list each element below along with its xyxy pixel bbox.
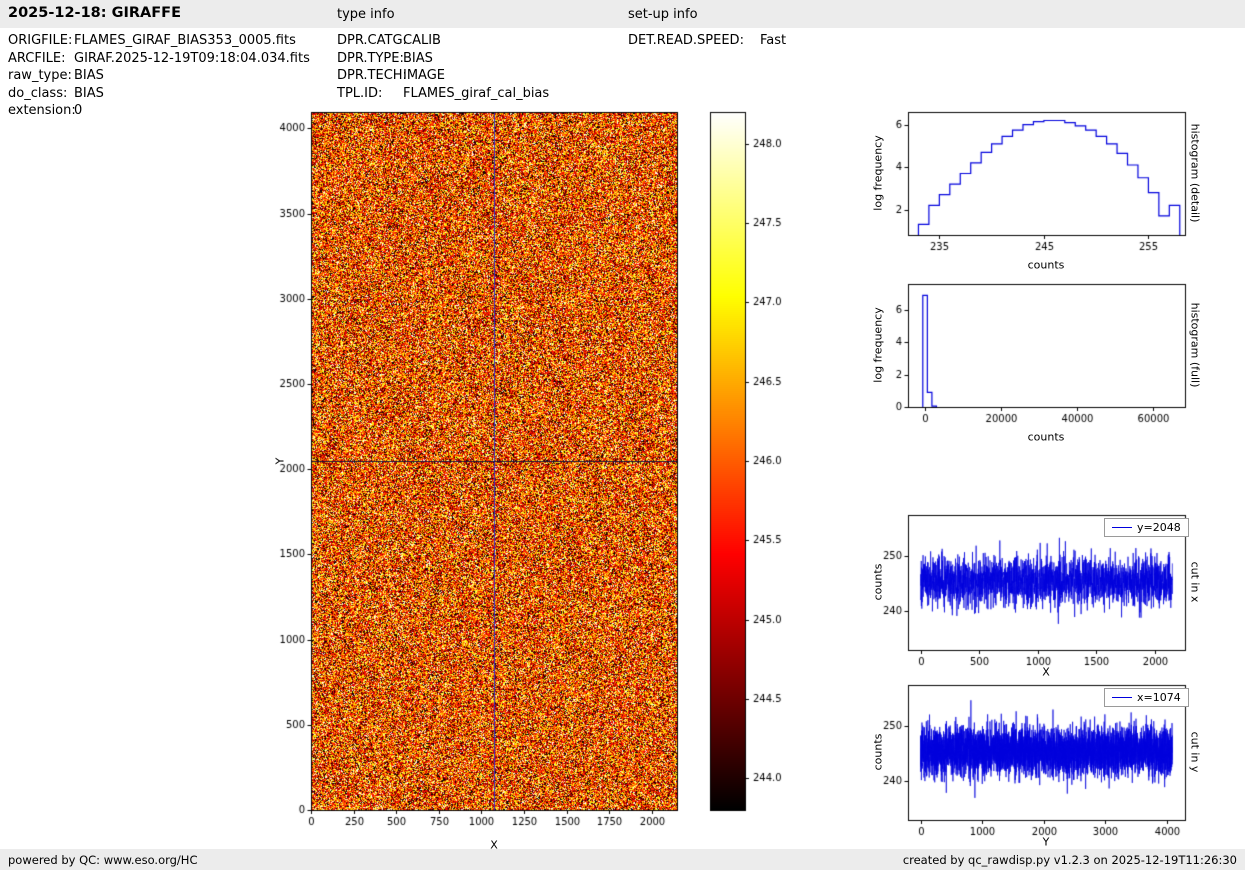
page-title: 2025-12-18: GIRAFFE [8, 5, 181, 21]
hist-detail-xlabel: counts [1028, 259, 1065, 272]
meta-label: extension: [8, 103, 74, 118]
meta-row-dpr-catg: DPR.CATG:CALIB [337, 33, 441, 48]
hist-full-xlabel: counts [1028, 431, 1065, 444]
meta-row-tpl-id: TPL.ID:FLAMES_giraf_cal_bias [337, 86, 549, 101]
meta-row-extension: extension:0 [8, 103, 82, 118]
bias-image-plot [260, 100, 705, 860]
meta-value: 0 [74, 103, 82, 118]
footer-right-text: created by qc_rawdisp.py v1.2.3 on 2025-… [903, 853, 1237, 867]
meta-label: DPR.TYPE: [337, 51, 403, 66]
qc-report-page: 2025-12-18: GIRAFFE type info set-up inf… [0, 0, 1245, 870]
legend-line-icon [1112, 527, 1132, 528]
meta-row-read-speed: DET.READ.SPEED:Fast [628, 33, 786, 48]
meta-label: TPL.ID: [337, 86, 403, 101]
meta-label: DPR.TECH: [337, 68, 403, 83]
meta-row-dpr-type: DPR.TYPE:BIAS [337, 51, 433, 66]
meta-label: ORIGFILE: [8, 33, 74, 48]
hist-full-right-label: histogram (full) [1189, 303, 1202, 388]
meta-value: BIAS [403, 51, 433, 66]
header-bar: 2025-12-18: GIRAFFE type info set-up inf… [0, 0, 1245, 28]
hist-full-ylabel: log frequency [872, 307, 885, 382]
cut-y-legend: x=1074 [1104, 688, 1189, 707]
meta-row-do-class: do_class:BIAS [8, 86, 104, 101]
meta-value: IMAGE [403, 68, 445, 83]
meta-value: FLAMES_giraf_cal_bias [403, 86, 549, 101]
hist-detail-right-label: histogram (detail) [1189, 124, 1202, 223]
type-info-heading: type info [337, 7, 395, 22]
footer-left-text: powered by QC: www.eso.org/HC [8, 853, 197, 867]
cut-x-right-label: cut in x [1189, 562, 1202, 603]
colorbar [705, 100, 805, 860]
footer-bar: powered by QC: www.eso.org/HC created by… [0, 849, 1245, 870]
meta-label: DPR.CATG: [337, 33, 403, 48]
histogram-detail-plot [880, 100, 1200, 275]
meta-value: CALIB [403, 33, 441, 48]
meta-label: raw_type: [8, 68, 74, 83]
histogram-full-plot [880, 272, 1200, 447]
legend-line-icon [1112, 697, 1132, 698]
meta-value: BIAS [74, 86, 104, 101]
setup-info-heading: set-up info [628, 7, 698, 22]
meta-label: do_class: [8, 86, 74, 101]
meta-row-dpr-tech: DPR.TECH:IMAGE [337, 68, 445, 83]
cut-x-legend: y=2048 [1104, 518, 1189, 537]
meta-value: BIAS [74, 68, 104, 83]
meta-value: FLAMES_GIRAF_BIAS353_0005.fits [74, 33, 296, 48]
cut-y-xlabel: Y [1043, 836, 1050, 849]
cut-x-legend-label: y=2048 [1137, 521, 1181, 534]
hist-detail-ylabel: log frequency [872, 135, 885, 210]
meta-row-raw-type: raw_type:BIAS [8, 68, 104, 83]
cut-y-legend-label: x=1074 [1137, 691, 1181, 704]
meta-row-origfile: ORIGFILE:FLAMES_GIRAF_BIAS353_0005.fits [8, 33, 296, 48]
cut-y-right-label: cut in y [1189, 732, 1202, 773]
cut-y-ylabel: counts [872, 734, 885, 771]
meta-value: GIRAF.2025-12-19T09:18:04.034.fits [74, 51, 310, 66]
meta-label: DET.READ.SPEED: [628, 33, 760, 48]
meta-value: Fast [760, 33, 786, 48]
meta-label: ARCFILE: [8, 51, 74, 66]
main-ylabel: Y [274, 458, 287, 465]
cut-x-ylabel: counts [872, 564, 885, 601]
meta-row-arcfile: ARCFILE:GIRAF.2025-12-19T09:18:04.034.fi… [8, 51, 310, 66]
